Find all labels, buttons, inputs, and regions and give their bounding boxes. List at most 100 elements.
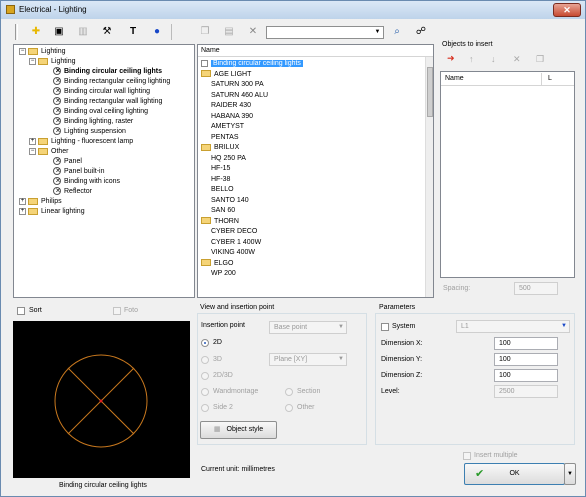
text-icon[interactable]: T bbox=[125, 24, 141, 40]
list-item[interactable]: RAIDER 430 bbox=[211, 101, 251, 111]
objects-title: Objects to insert bbox=[442, 41, 493, 48]
tree-item[interactable]: Lighting suspension bbox=[53, 125, 126, 137]
remove-icon[interactable]: ✕ bbox=[513, 54, 521, 65]
expand-icon[interactable]: + bbox=[29, 137, 36, 145]
move-down-icon[interactable]: ↓ bbox=[491, 54, 496, 64]
objects-col-divider bbox=[541, 73, 542, 85]
add-icon[interactable]: ✚ bbox=[28, 24, 44, 40]
folder-icon bbox=[201, 143, 211, 151]
collapse-icon[interactable]: − bbox=[29, 147, 36, 155]
radio-other-label: Other bbox=[297, 404, 315, 411]
copy-icon[interactable]: ❐ bbox=[197, 24, 213, 40]
list-folder-row[interactable]: THORN bbox=[201, 217, 239, 227]
list-item[interactable]: SATURN 460 ALU bbox=[211, 91, 268, 101]
foto-checkbox[interactable] bbox=[113, 307, 121, 315]
system-label: System bbox=[392, 323, 416, 330]
tree-node-fluorescent[interactable]: + Lighting - fluorescent lamp bbox=[29, 137, 133, 147]
tree-item[interactable]: Reflector bbox=[53, 185, 92, 197]
light-fixture-icon bbox=[53, 185, 62, 197]
tree-node-lighting-sub[interactable]: − Lighting bbox=[29, 57, 76, 67]
add-to-insert-icon[interactable]: ➜ bbox=[447, 53, 455, 64]
sort-checkbox[interactable] bbox=[17, 307, 25, 315]
toolbar-grip[interactable] bbox=[15, 24, 18, 40]
list-item[interactable]: CYBER 1 400W bbox=[211, 238, 261, 248]
list-folder-row[interactable]: AGE LIGHT bbox=[201, 70, 251, 80]
paste-icon[interactable]: ▤ bbox=[221, 24, 237, 40]
list-item[interactable]: HQ 250 PA bbox=[211, 154, 246, 164]
tree-item[interactable]: Binding rectangular wall lighting bbox=[53, 95, 162, 107]
dim-x-input[interactable]: 100 bbox=[494, 337, 558, 350]
tree-item-selected[interactable]: Binding circular ceiling lights bbox=[53, 65, 163, 77]
item-checkbox[interactable] bbox=[201, 59, 208, 67]
close-button[interactable]: ✕ bbox=[553, 3, 581, 17]
system-checkbox[interactable] bbox=[381, 323, 389, 331]
list-item[interactable]: AMETYST bbox=[211, 122, 244, 132]
radio-side2[interactable] bbox=[201, 404, 209, 412]
objects-col-l[interactable]: L bbox=[548, 75, 552, 82]
list-item[interactable]: HF-38 bbox=[211, 175, 230, 185]
list-item[interactable]: WP 200 bbox=[211, 269, 236, 279]
search-dropdown-icon[interactable]: ▼ bbox=[373, 28, 382, 37]
tree-item[interactable]: Binding rectangular ceiling lighting bbox=[53, 75, 170, 87]
list-item[interactable]: SAN 60 bbox=[211, 206, 235, 216]
level-input[interactable]: 2500 bbox=[494, 385, 558, 398]
insertion-point-select[interactable]: Base point ▼ bbox=[269, 321, 347, 334]
copy-object-icon[interactable]: ❐ bbox=[536, 54, 544, 65]
radio-2d[interactable] bbox=[201, 339, 209, 347]
tree-item[interactable]: Binding oval ceiling lighting bbox=[53, 105, 148, 117]
expand-icon[interactable]: + bbox=[19, 197, 26, 205]
search-icon[interactable]: ⌕ bbox=[389, 24, 405, 40]
list-scrollbar[interactable] bbox=[425, 57, 433, 297]
list-item[interactable]: SANTO 140 bbox=[211, 196, 249, 206]
dim-z-input[interactable]: 100 bbox=[494, 369, 558, 382]
tools-icon[interactable]: ⚒ bbox=[99, 24, 115, 40]
collapse-icon[interactable]: − bbox=[19, 47, 26, 55]
list-item[interactable]: SATURN 300 PA bbox=[211, 80, 264, 90]
cut-icon[interactable]: ✕ bbox=[245, 24, 261, 40]
tree-node-linear[interactable]: + Linear lighting bbox=[19, 207, 85, 217]
objects-col-name[interactable]: Name bbox=[445, 75, 464, 82]
delete-icon[interactable]: ▥ bbox=[75, 24, 91, 40]
radio-2d3d[interactable] bbox=[201, 372, 209, 380]
tree-item[interactable]: Binding lighting, raster bbox=[53, 115, 133, 127]
list-item[interactable]: PENTAS bbox=[211, 133, 239, 143]
move-up-icon[interactable]: ↑ bbox=[469, 54, 474, 64]
system-select[interactable]: L1 ▼ bbox=[456, 320, 570, 333]
list-header-name[interactable]: Name bbox=[198, 45, 433, 57]
ok-button[interactable]: ✔ OK bbox=[464, 463, 565, 485]
list-folder-row[interactable]: BRILUX bbox=[201, 143, 239, 153]
plane-select[interactable]: Plane [XY] ▼ bbox=[269, 353, 347, 366]
tree-node-other[interactable]: − Other bbox=[29, 147, 69, 157]
list-folder-row[interactable]: ELGO bbox=[201, 259, 233, 269]
list-item[interactable]: HF-15 bbox=[211, 164, 230, 174]
search-input[interactable]: ▼ bbox=[266, 26, 384, 39]
objects-table[interactable]: Name L bbox=[440, 71, 575, 278]
folder-icon bbox=[38, 137, 48, 145]
tree-node-lighting[interactable]: − Lighting bbox=[19, 47, 66, 57]
insert-multiple-checkbox[interactable] bbox=[463, 452, 471, 460]
tree-node-philips[interactable]: + Philips bbox=[19, 197, 62, 207]
edit-icon[interactable]: ▣ bbox=[51, 24, 67, 40]
radio-3d[interactable] bbox=[201, 356, 209, 364]
tree-item[interactable]: Binding with icons bbox=[53, 175, 120, 187]
product-list[interactable]: Name Binding circular ceiling lights AGE … bbox=[197, 44, 434, 298]
list-item[interactable]: VIKING 400W bbox=[211, 248, 255, 258]
spacing-input[interactable]: 500 bbox=[514, 282, 558, 295]
ok-dropdown-button[interactable]: ▼ bbox=[564, 463, 576, 485]
help-icon[interactable]: ● bbox=[149, 24, 165, 40]
category-tree[interactable]: −Lighting −Lighting Binding circular cei… bbox=[13, 44, 195, 298]
list-item[interactable]: HABANA 390 bbox=[211, 112, 253, 122]
list-item[interactable]: Binding circular ceiling lights bbox=[201, 59, 303, 69]
radio-other[interactable] bbox=[285, 404, 293, 412]
radio-wandmontage[interactable] bbox=[201, 388, 209, 396]
tree-item[interactable]: Binding circular wall lighting bbox=[53, 85, 150, 97]
radio-section[interactable] bbox=[285, 388, 293, 396]
list-item[interactable]: BELLO bbox=[211, 185, 234, 195]
binoculars-icon[interactable]: ☍ bbox=[413, 24, 429, 40]
collapse-icon[interactable]: − bbox=[29, 57, 36, 65]
scrollbar-thumb[interactable] bbox=[427, 67, 433, 117]
object-style-button[interactable]: ▦ Object style bbox=[200, 421, 277, 439]
list-item[interactable]: CYBER DECO bbox=[211, 227, 257, 237]
expand-icon[interactable]: + bbox=[19, 207, 26, 215]
dim-y-input[interactable]: 100 bbox=[494, 353, 558, 366]
